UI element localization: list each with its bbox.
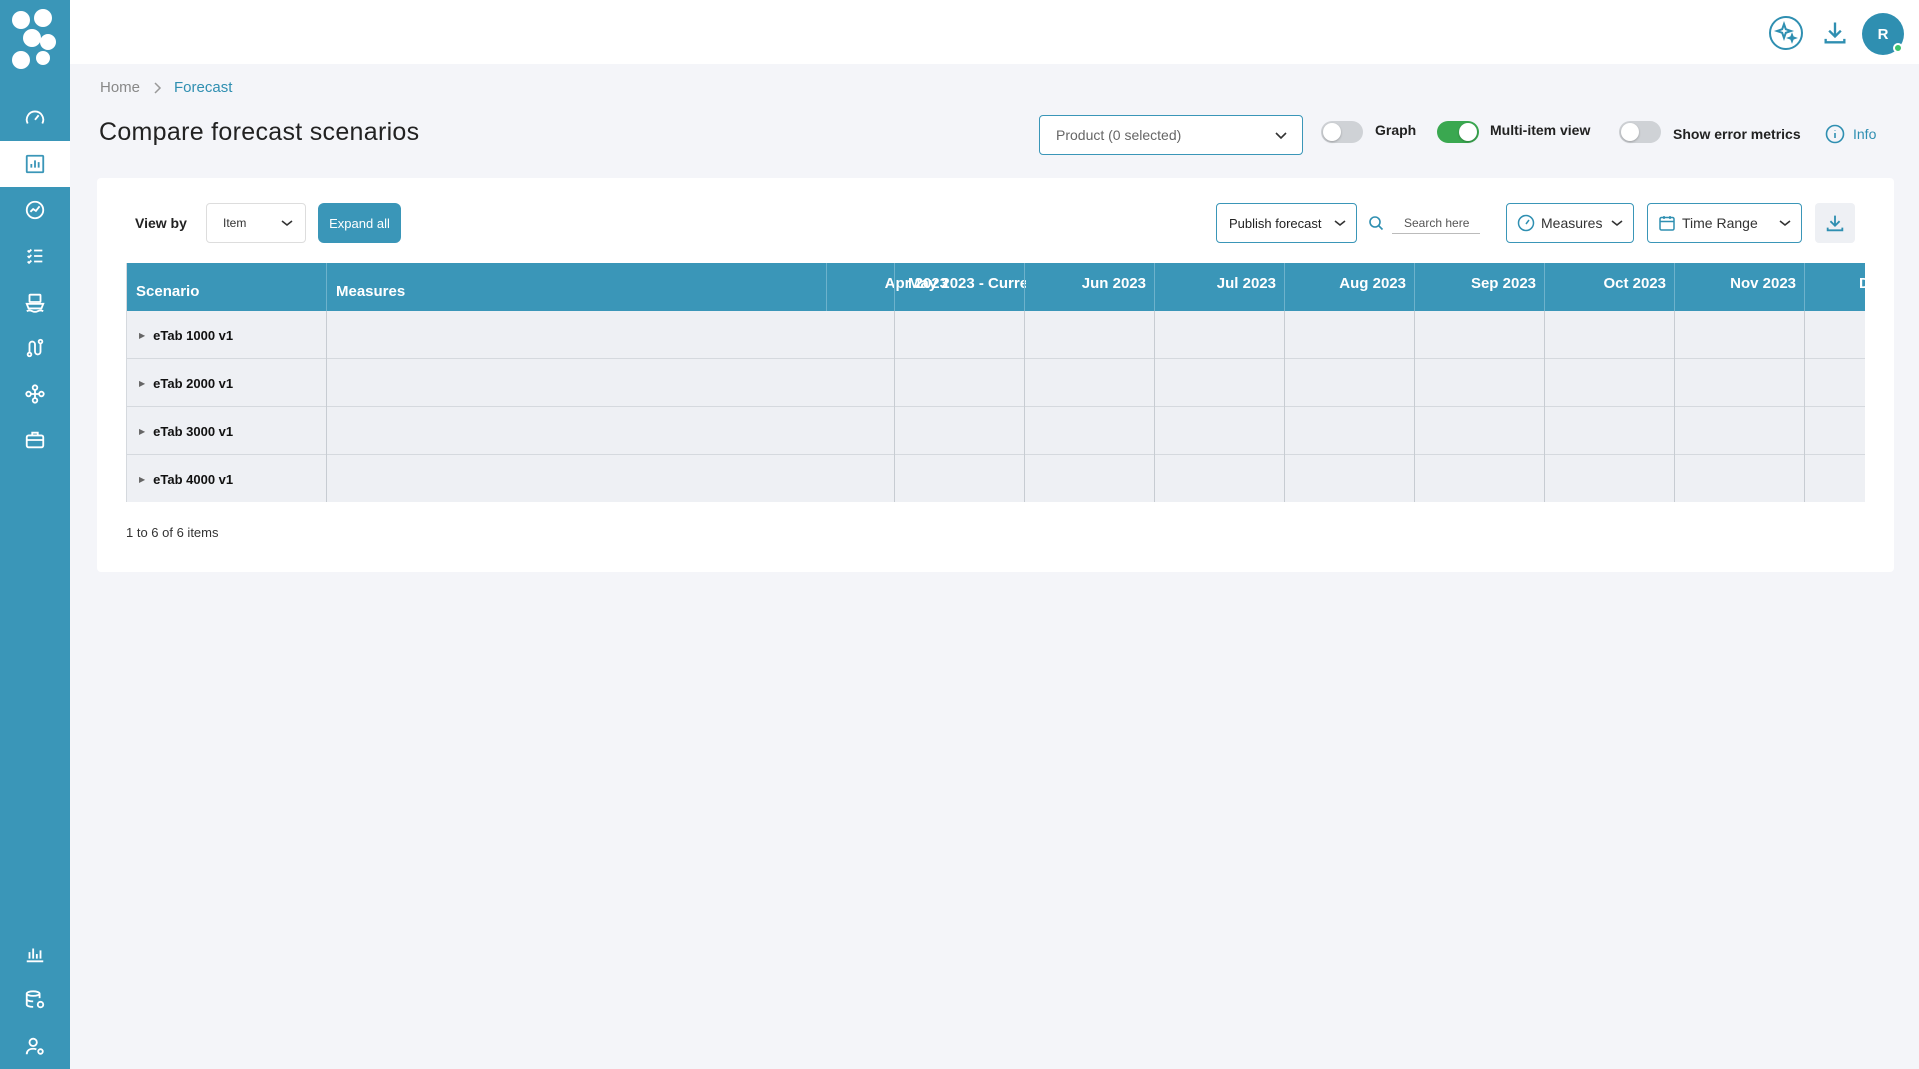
nav-reports[interactable] — [0, 931, 70, 977]
info-link[interactable]: Info — [1825, 124, 1876, 144]
column-header-scenario[interactable]: Scenario — [136, 267, 316, 315]
nav-portfolio[interactable] — [0, 417, 70, 463]
user-gear-icon — [25, 1037, 44, 1055]
column-header-month[interactable]: Jun 2023 — [1024, 263, 1154, 303]
info-label: Info — [1853, 126, 1877, 142]
column-header-month[interactable]: Sep 2023 — [1414, 263, 1544, 303]
publish-forecast-select[interactable]: Publish forecast — [1216, 203, 1357, 243]
speedometer-icon — [25, 110, 45, 124]
nav-data-settings[interactable] — [0, 977, 70, 1023]
product-select-value: Product (0 selected) — [1056, 127, 1182, 143]
table-row[interactable]: ▶ eTab 1000 v1 — [127, 311, 1865, 359]
multi-item-view-toggle[interactable] — [1437, 121, 1479, 143]
error-metrics-label: Show error metrics — [1673, 126, 1801, 142]
download-icon — [1824, 22, 1846, 44]
time-range-label: Time Range — [1682, 215, 1758, 231]
column-header-month[interactable]: May 2023 - Curre — [902, 263, 1026, 303]
expand-caret-icon[interactable]: ▶ — [139, 475, 145, 484]
search-box — [1368, 210, 1483, 236]
table-row[interactable]: ▶ eTab 3000 v1 — [127, 407, 1865, 455]
column-header-month[interactable]: D — [1859, 263, 1865, 303]
measures-label: Measures — [1541, 215, 1603, 231]
column-header-month[interactable]: Nov 2023 — [1674, 263, 1804, 303]
report-chart-icon — [26, 948, 44, 963]
pagination-summary: 1 to 6 of 6 items — [126, 525, 219, 540]
nav-network[interactable] — [0, 371, 70, 417]
column-header-month[interactable]: Jul 2023 — [1154, 263, 1284, 303]
page-title: Compare forecast scenarios — [99, 118, 420, 146]
measures-select[interactable]: Measures — [1506, 203, 1634, 243]
breadcrumb-current: Forecast — [174, 79, 233, 96]
download-button[interactable] — [1816, 14, 1854, 52]
database-gear-icon — [25, 990, 45, 1009]
breadcrumb: Home Forecast — [100, 79, 232, 96]
checklist-icon — [27, 248, 43, 265]
column-header-measures[interactable]: Measures — [336, 267, 636, 315]
table-row[interactable]: ▶ eTab 2000 v1 — [127, 359, 1865, 407]
time-range-select[interactable]: Time Range — [1647, 203, 1802, 243]
publish-forecast-label: Publish forecast — [1229, 215, 1322, 231]
scenario-name: eTab 2000 v1 — [153, 375, 234, 391]
download-icon — [1826, 215, 1844, 232]
view-by-label: View by — [135, 215, 187, 231]
forecast-grid: Scenario Measures Apr 2023 May 2023 - Cu… — [126, 263, 1865, 502]
grid-header: Scenario Measures Apr 2023 May 2023 - Cu… — [127, 263, 1865, 311]
chevron-down-icon — [1779, 220, 1791, 227]
column-header-month[interactable]: Oct 2023 — [1544, 263, 1674, 303]
view-by-select[interactable]: Item — [206, 203, 306, 243]
ship-icon — [25, 293, 45, 313]
graph-toggle-label: Graph — [1375, 122, 1417, 138]
scenario-cell: ▶ eTab 3000 v1 — [127, 407, 327, 455]
nav-routes[interactable] — [0, 325, 70, 371]
nav-dashboard[interactable] — [0, 95, 70, 141]
sidebar — [0, 0, 70, 1069]
breadcrumb-home[interactable]: Home — [100, 79, 140, 96]
chevron-down-icon — [1611, 220, 1623, 227]
nav-forecast[interactable] — [0, 141, 70, 187]
scenario-cell: ▶ eTab 2000 v1 — [127, 359, 327, 407]
scenario-cell: ▶ eTab 4000 v1 — [127, 455, 327, 502]
nav-analytics[interactable] — [0, 187, 70, 233]
expand-caret-icon[interactable]: ▶ — [139, 379, 145, 388]
search-icon — [1369, 216, 1384, 231]
top-bar — [70, 0, 1919, 64]
product-select[interactable]: Product (0 selected) — [1039, 115, 1303, 155]
scenario-name: eTab 1000 v1 — [153, 327, 234, 343]
calendar-icon — [1659, 216, 1675, 231]
scenario-cell: ▶ eTab 1000 v1 — [127, 311, 327, 359]
expand-all-button[interactable]: Expand all — [318, 203, 401, 243]
nav-user-settings[interactable] — [0, 1023, 70, 1069]
sparkle-icon — [1769, 16, 1803, 50]
scenario-name: eTab 3000 v1 — [153, 423, 234, 439]
briefcase-icon — [25, 431, 45, 449]
network-icon — [25, 384, 45, 404]
graph-toggle[interactable] — [1321, 121, 1363, 143]
nav-tasks[interactable] — [0, 233, 70, 279]
view-by-value: Item — [223, 216, 247, 230]
bar-chart-icon — [25, 154, 45, 174]
chevron-right-icon — [154, 81, 162, 94]
expand-caret-icon[interactable]: ▶ — [139, 427, 145, 436]
table-row[interactable]: ▶ eTab 4000 v1 — [127, 455, 1865, 502]
error-metrics-toggle[interactable] — [1619, 121, 1661, 143]
export-grid-button[interactable] — [1815, 203, 1855, 243]
online-status-dot — [1893, 43, 1903, 53]
route-icon — [26, 338, 44, 358]
info-icon — [1825, 124, 1845, 144]
trend-circle-icon — [25, 200, 45, 220]
expand-caret-icon[interactable]: ▶ — [139, 331, 145, 340]
chevron-down-icon — [1275, 132, 1287, 140]
gauge-icon — [1517, 214, 1535, 232]
search-input[interactable] — [1392, 212, 1480, 234]
app-logo-icon[interactable] — [10, 8, 58, 74]
chevron-down-icon — [281, 220, 293, 227]
ai-assistant-button[interactable] — [1767, 14, 1805, 52]
multi-item-view-label: Multi-item view — [1490, 122, 1591, 138]
chevron-down-icon — [1334, 220, 1346, 227]
scenario-name: eTab 4000 v1 — [153, 471, 234, 487]
nav-shipping[interactable] — [0, 279, 70, 325]
column-header-month[interactable]: Aug 2023 — [1284, 263, 1414, 303]
